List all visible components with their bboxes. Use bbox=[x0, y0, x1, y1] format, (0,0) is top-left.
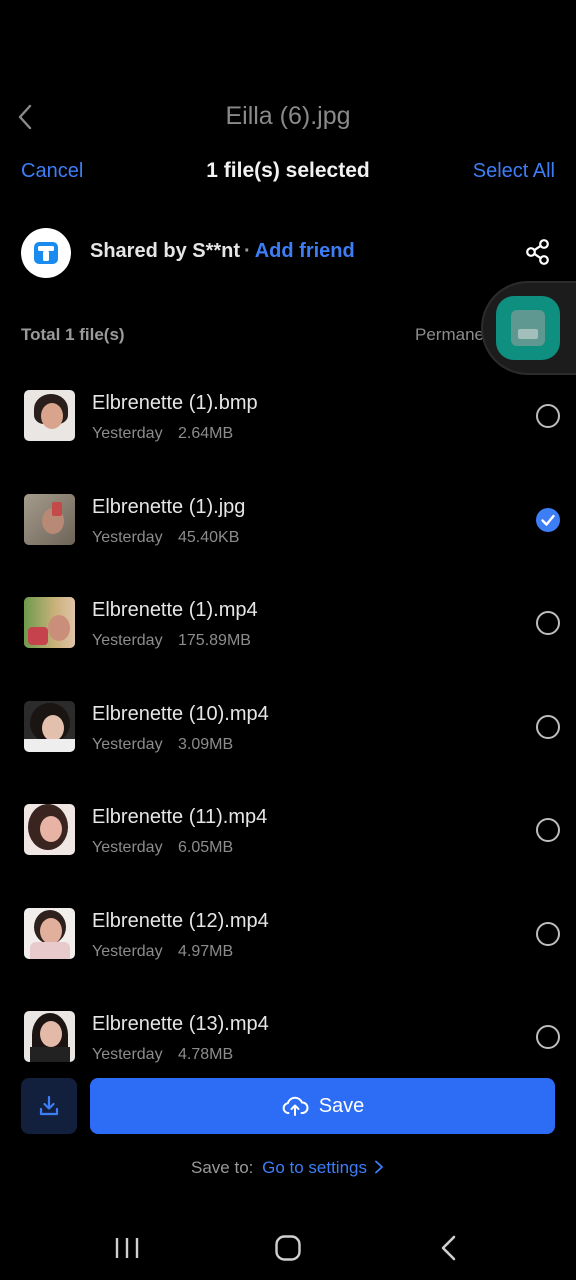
file-size: 3.09MB bbox=[178, 735, 234, 753]
file-list[interactable]: Elbrenette (1).bmp Yesterday 2.64MB Elbr… bbox=[0, 364, 576, 1064]
list-item[interactable]: Elbrenette (12).mp4 Yesterday 4.97MB bbox=[0, 882, 576, 986]
select-radio[interactable] bbox=[536, 404, 560, 428]
separator: · bbox=[244, 240, 251, 262]
select-radio[interactable] bbox=[536, 714, 560, 739]
file-size: 45.40KB bbox=[178, 528, 240, 546]
save-label: Save bbox=[318, 1094, 365, 1117]
file-thumbnail bbox=[24, 700, 75, 752]
file-thumbnail bbox=[24, 804, 75, 855]
save-to-label: Save to: bbox=[191, 1158, 254, 1177]
file-name: Elbrenette (1).jpg bbox=[92, 495, 246, 518]
list-item[interactable]: Elbrenette (11).mp4 Yesterday 6.05MB bbox=[0, 778, 576, 882]
select-radio[interactable] bbox=[536, 611, 560, 635]
checkmark-icon bbox=[541, 514, 555, 526]
select-radio-checked[interactable] bbox=[536, 507, 560, 532]
file-date: Yesterday bbox=[92, 632, 163, 649]
file-date: Yesterday bbox=[92, 735, 163, 753]
file-name: Elbrenette (11).mp4 bbox=[92, 806, 268, 828]
chevron-right-icon bbox=[375, 1160, 383, 1174]
file-size: 175.89MB bbox=[178, 632, 251, 649]
save-button[interactable]: Save bbox=[90, 1078, 555, 1134]
select-radio[interactable] bbox=[536, 1025, 560, 1049]
file-name: Elbrenette (12).mp4 bbox=[92, 909, 269, 932]
file-name: Elbrenette (10).mp4 bbox=[92, 702, 269, 725]
file-thumbnail bbox=[24, 1011, 75, 1062]
file-size: 2.64MB bbox=[178, 425, 234, 442]
file-size: 6.05MB bbox=[178, 839, 234, 856]
file-thumbnail bbox=[24, 907, 75, 959]
terabox-logo-icon bbox=[21, 228, 71, 278]
floating-app-icon bbox=[511, 310, 545, 346]
file-date: Yesterday bbox=[92, 425, 163, 442]
home-button[interactable] bbox=[274, 1234, 302, 1262]
file-thumbnail bbox=[24, 597, 75, 648]
share-icon[interactable] bbox=[524, 238, 552, 266]
shared-by-row: Shared by S**nt · Add friend bbox=[90, 240, 355, 263]
page-title: Eilla (6).jpg bbox=[225, 102, 351, 130]
go-to-settings-link[interactable]: Go to settings bbox=[262, 1158, 367, 1177]
select-all-button[interactable]: Select All bbox=[473, 160, 555, 183]
file-date: Yesterday bbox=[92, 839, 163, 856]
file-date: Yesterday bbox=[92, 942, 163, 960]
total-files-label: Total 1 file(s) bbox=[21, 325, 125, 344]
cloud-upload-icon bbox=[282, 1096, 309, 1116]
file-size: 4.97MB bbox=[178, 942, 234, 960]
select-radio[interactable] bbox=[536, 921, 560, 946]
shared-by-label: Shared by S**nt bbox=[90, 240, 241, 262]
file-name: Elbrenette (1).bmp bbox=[92, 392, 258, 414]
download-icon bbox=[39, 1095, 59, 1116]
nav-back-button[interactable] bbox=[438, 1234, 460, 1262]
recent-apps-button[interactable] bbox=[114, 1236, 140, 1260]
list-item[interactable]: Elbrenette (10).mp4 Yesterday 3.09MB bbox=[0, 675, 576, 779]
file-date: Yesterday bbox=[92, 1046, 163, 1063]
list-item[interactable]: Elbrenette (1).bmp Yesterday 2.64MB bbox=[0, 364, 576, 468]
file-size: 4.78MB bbox=[178, 1046, 234, 1063]
list-item[interactable]: Elbrenette (1).mp4 Yesterday 175.89MB bbox=[0, 571, 576, 675]
file-date: Yesterday bbox=[92, 528, 163, 546]
file-name: Elbrenette (1).mp4 bbox=[92, 599, 258, 621]
file-thumbnail bbox=[24, 390, 75, 441]
download-button[interactable] bbox=[21, 1078, 77, 1134]
save-to-row: Save to: Go to settings bbox=[0, 1158, 576, 1178]
add-friend-link[interactable]: Add friend bbox=[255, 240, 355, 262]
select-radio[interactable] bbox=[536, 818, 560, 842]
list-item[interactable]: Elbrenette (1).jpg Yesterday 45.40KB bbox=[0, 468, 576, 572]
file-name: Elbrenette (13).mp4 bbox=[92, 1013, 269, 1035]
file-thumbnail bbox=[24, 493, 75, 545]
list-item[interactable]: Elbrenette (13).mp4 Yesterday 4.78MB bbox=[0, 985, 576, 1064]
